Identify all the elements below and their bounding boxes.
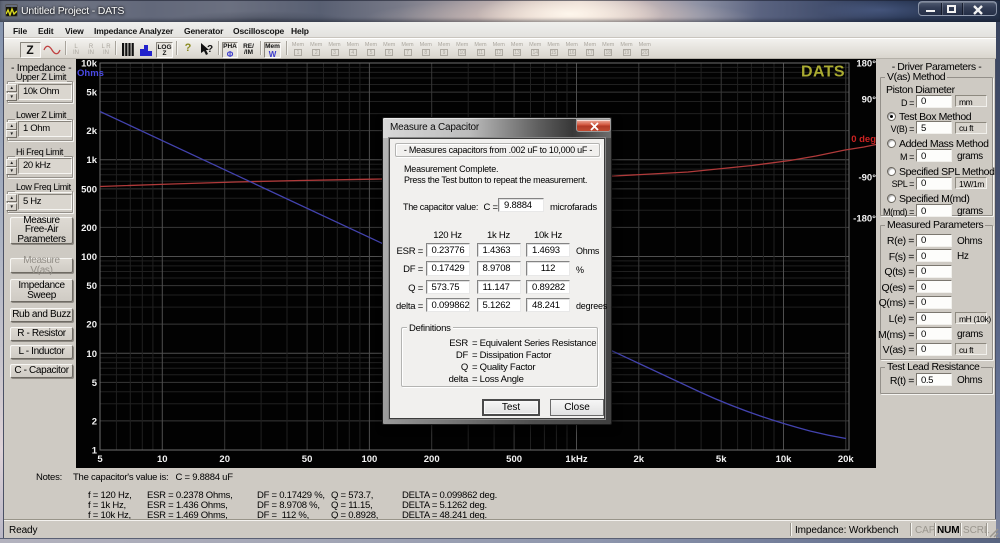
svg-text:5: 5 bbox=[97, 454, 103, 465]
svg-text:200: 200 bbox=[81, 223, 97, 234]
svg-text:2: 2 bbox=[92, 416, 97, 427]
svg-text:?: ? bbox=[207, 44, 213, 55]
svg-text:2k: 2k bbox=[634, 454, 645, 465]
svg-text:5k: 5k bbox=[716, 454, 727, 465]
svg-text:5: 5 bbox=[92, 378, 98, 389]
svg-text:1k: 1k bbox=[86, 155, 97, 166]
svg-text:100: 100 bbox=[361, 454, 377, 465]
svg-text:-90°: -90° bbox=[858, 173, 876, 184]
svg-text:180°: 180° bbox=[856, 59, 876, 70]
svg-text:1kHz: 1kHz bbox=[565, 454, 587, 465]
svg-text:2k: 2k bbox=[86, 126, 97, 137]
svg-text:10: 10 bbox=[157, 454, 168, 465]
svg-text:DATS: DATS bbox=[801, 64, 845, 81]
svg-text:500: 500 bbox=[81, 184, 97, 195]
svg-text:100: 100 bbox=[81, 252, 97, 263]
svg-text:0 deg: 0 deg bbox=[851, 134, 876, 145]
svg-text:50: 50 bbox=[302, 454, 313, 465]
svg-text:50: 50 bbox=[86, 281, 97, 292]
svg-text:10: 10 bbox=[86, 349, 97, 360]
svg-text:-180°: -180° bbox=[853, 214, 876, 225]
svg-text:20: 20 bbox=[219, 454, 230, 465]
svg-text:90°: 90° bbox=[862, 95, 876, 106]
svg-text:20: 20 bbox=[86, 320, 97, 331]
svg-text:5k: 5k bbox=[86, 88, 97, 99]
svg-text:200: 200 bbox=[424, 454, 440, 465]
svg-text:10k: 10k bbox=[776, 454, 793, 465]
svg-text:20k: 20k bbox=[838, 454, 855, 465]
svg-text:500: 500 bbox=[506, 454, 522, 465]
svg-text:Ohms: Ohms bbox=[77, 68, 104, 79]
